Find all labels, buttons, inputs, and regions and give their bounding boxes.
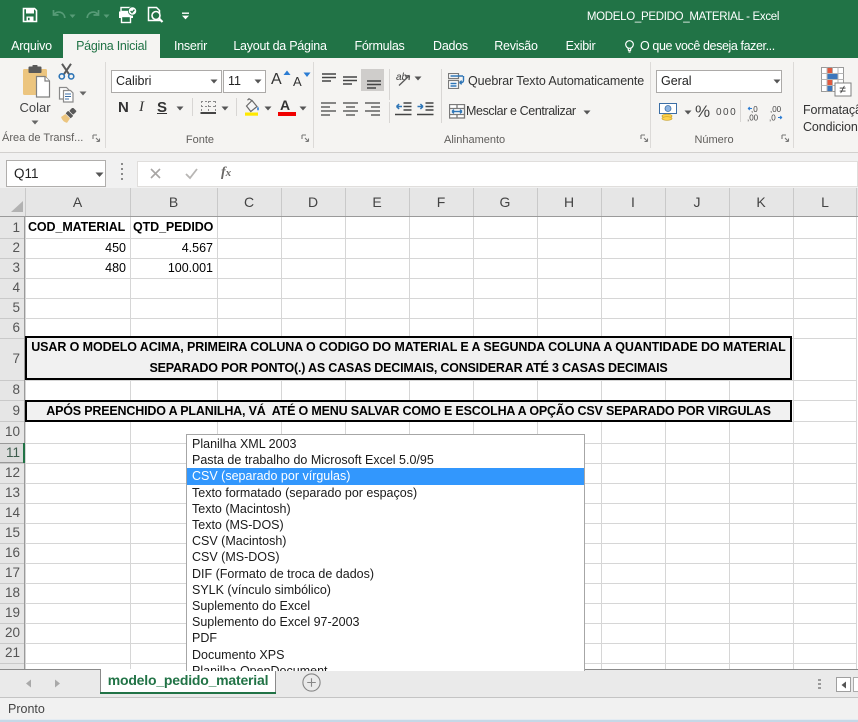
svg-text:,0: ,0: [769, 114, 776, 123]
svg-text:≠: ≠: [839, 83, 846, 97]
svg-text:,00: ,00: [747, 114, 759, 123]
svg-text:ab: ab: [396, 72, 408, 83]
